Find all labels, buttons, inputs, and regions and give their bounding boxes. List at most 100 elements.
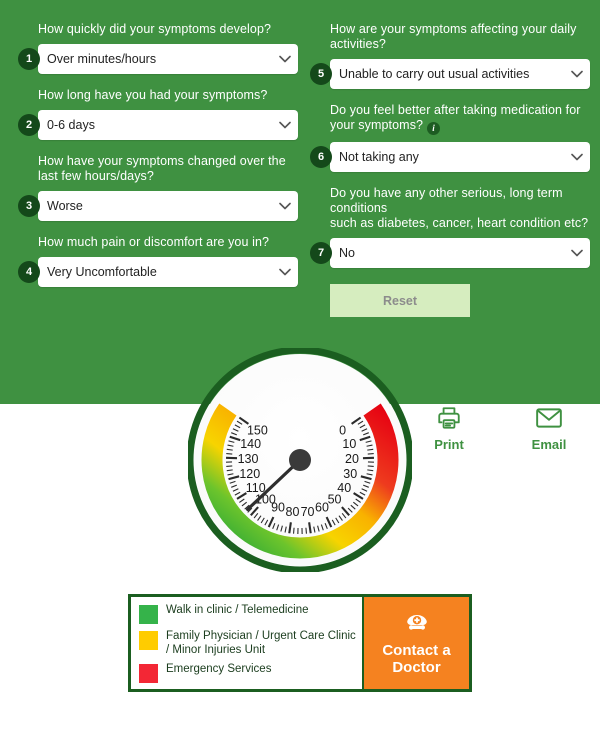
question-number-badge-4: 4: [18, 261, 40, 283]
question-text-5: How are your symptoms affecting your dai…: [330, 22, 577, 51]
question-label-6: Do you feel better after taking medicati…: [330, 103, 590, 135]
question-text-1: How quickly did your symptoms develop?: [38, 22, 272, 36]
question-select-3[interactable]: Worse: [38, 191, 298, 221]
info-icon[interactable]: i: [427, 122, 441, 135]
question-text-4: How much pain or discomfort are you in?: [38, 235, 270, 249]
gauge-tick-label: 60: [315, 501, 329, 515]
gauge-minor-tick: [367, 453, 374, 455]
gauge-tick-label: 10: [342, 437, 356, 451]
question-block-3: How have your symptoms changed over the …: [10, 154, 298, 221]
gauge-tick-label: 20: [345, 452, 359, 466]
questionnaire-panel: How quickly did your symptoms develop? 1 O…: [0, 0, 600, 404]
gauge-minor-tick: [293, 527, 295, 534]
action-buttons: Print Email: [414, 405, 584, 452]
gauge-tick-label: 80: [286, 505, 300, 519]
print-button[interactable]: Print: [414, 405, 484, 452]
gauge-minor-tick: [226, 465, 233, 467]
chevron-down-icon: [571, 249, 583, 259]
triage-legend: Walk in clinic / Telemedicine Family Phys…: [131, 597, 364, 689]
question-select-1[interactable]: Over minutes/hours: [38, 44, 298, 74]
contact-a-doctor-label: Contact a Doctor: [382, 642, 450, 676]
legend-item: Walk in clinic / Telemedicine: [139, 604, 356, 624]
questions-column-right: How are your symptoms affecting your dai…: [302, 22, 590, 317]
legend-item: Emergency Services: [139, 663, 356, 683]
question-selected-value-1: Over minutes/hours: [47, 52, 157, 66]
question-text-6: Do you feel better after taking medicati…: [330, 103, 581, 132]
cta-line-1: Contact a: [382, 641, 451, 659]
question-select-4[interactable]: Very Uncomfortable: [38, 257, 298, 287]
reset-button-wrap: Reset: [330, 284, 590, 317]
chevron-down-icon: [279, 121, 291, 131]
question-text-3: How have your symptoms changed over the …: [38, 154, 286, 183]
question-number-badge-1: 1: [18, 48, 40, 70]
gauge-tick-label: 70: [301, 505, 315, 519]
question-row-3: 3 Worse: [10, 191, 298, 221]
gauge-tick-label: 110: [246, 481, 266, 495]
legend-label: Walk in clinic / Telemedicine: [166, 604, 309, 616]
email-label: Email: [531, 437, 567, 452]
legend-color-swatch: [139, 631, 158, 650]
question-selected-value-5: Unable to carry out usual activities: [339, 67, 530, 81]
question-row-5: 5 Unable to carry out usual activities: [302, 59, 590, 89]
legend-color-swatch: [139, 664, 158, 683]
question-block-6: Do you feel better after taking medicati…: [302, 103, 590, 172]
cta-line-2: Doctor: [392, 658, 441, 676]
question-selected-value-6: Not taking any: [339, 150, 419, 164]
question-row-2: 2 0-6 days: [10, 110, 298, 140]
gauge-minor-tick: [226, 453, 233, 455]
gauge-minor-tick: [305, 527, 307, 534]
question-number-badge-3: 3: [18, 195, 40, 217]
question-select-7[interactable]: No: [330, 238, 590, 268]
gauge-tick-label: 150: [247, 424, 268, 438]
triage-gauge-area: 0102030405060708090100110120130140150 Wh…: [0, 348, 600, 576]
question-number-badge-2: 2: [18, 114, 40, 136]
question-row-4: 4 Very Uncomfortable: [10, 257, 298, 287]
question-text-7: Do you have any other serious, long term…: [330, 186, 589, 230]
question-select-6[interactable]: Not taking any: [330, 142, 590, 172]
gauge-tick-label: 50: [328, 492, 342, 506]
legend-label: Family Physician / Urgent Care Clinic / …: [166, 630, 356, 656]
question-label-7: Do you have any other serious, long term…: [330, 186, 590, 231]
question-select-5[interactable]: Unable to carry out usual activities: [330, 59, 590, 89]
question-select-2[interactable]: 0-6 days: [38, 110, 298, 140]
reset-button[interactable]: Reset: [330, 284, 470, 317]
questions-column-left: How quickly did your symptoms develop? 1 O…: [10, 22, 298, 301]
gauge-tick-label: 140: [240, 437, 261, 451]
print-label: Print: [434, 437, 464, 452]
email-button[interactable]: Email: [514, 405, 584, 452]
gauge-needle-hub: [289, 449, 311, 471]
question-selected-value-3: Worse: [47, 199, 83, 213]
chevron-down-icon: [571, 70, 583, 80]
symptom-triage-page: How quickly did your symptoms develop? 1 O…: [0, 0, 600, 729]
question-selected-value-7: No: [339, 246, 355, 260]
question-label-2: How long have you had your symptoms?: [38, 88, 298, 103]
question-block-4: How much pain or discomfort are you in? 4…: [10, 235, 298, 287]
chevron-down-icon: [279, 55, 291, 65]
triage-gauge: 0 10 20 30 40 50 60 70 80 90 100 110 120 130 140 150: [188, 348, 412, 572]
question-selected-value-4: Very Uncomfortable: [47, 265, 157, 279]
gauge-tick-label: 0: [339, 424, 346, 438]
question-selected-value-2: 0-6 days: [47, 118, 95, 132]
nurse-cap-cross-icon: [404, 613, 430, 639]
contact-a-doctor-button[interactable]: Contact a Doctor: [364, 597, 469, 689]
gauge-minor-tick: [367, 465, 374, 467]
question-block-5: How are your symptoms affecting your dai…: [302, 22, 590, 89]
question-label-3: How have your symptoms changed over the …: [38, 154, 298, 184]
question-row-1: 1 Over minutes/hours: [10, 44, 298, 74]
question-number-badge-6: 6: [310, 146, 332, 168]
legend-item: Family Physician / Urgent Care Clinic / …: [139, 630, 356, 657]
envelope-icon: [514, 405, 584, 435]
gauge-tick-label: 120: [239, 467, 260, 481]
question-number-badge-5: 5: [310, 63, 332, 85]
question-label-5: How are your symptoms affecting your dai…: [330, 22, 590, 52]
question-label-4: How much pain or discomfort are you in?: [38, 235, 298, 250]
question-block-2: How long have you had your symptoms? 2 0-6…: [10, 88, 298, 140]
chevron-down-icon: [571, 153, 583, 163]
gauge-tick-label: 30: [343, 467, 357, 481]
legend-and-cta: Walk in clinic / Telemedicine Family Phys…: [128, 594, 472, 692]
legend-color-swatch: [139, 605, 158, 624]
legend-label: Emergency Services: [166, 663, 272, 675]
question-number-badge-7: 7: [310, 242, 332, 264]
gauge-tick-label: 130: [238, 452, 259, 466]
question-block-1: How quickly did your symptoms develop? 1 O…: [10, 22, 298, 74]
